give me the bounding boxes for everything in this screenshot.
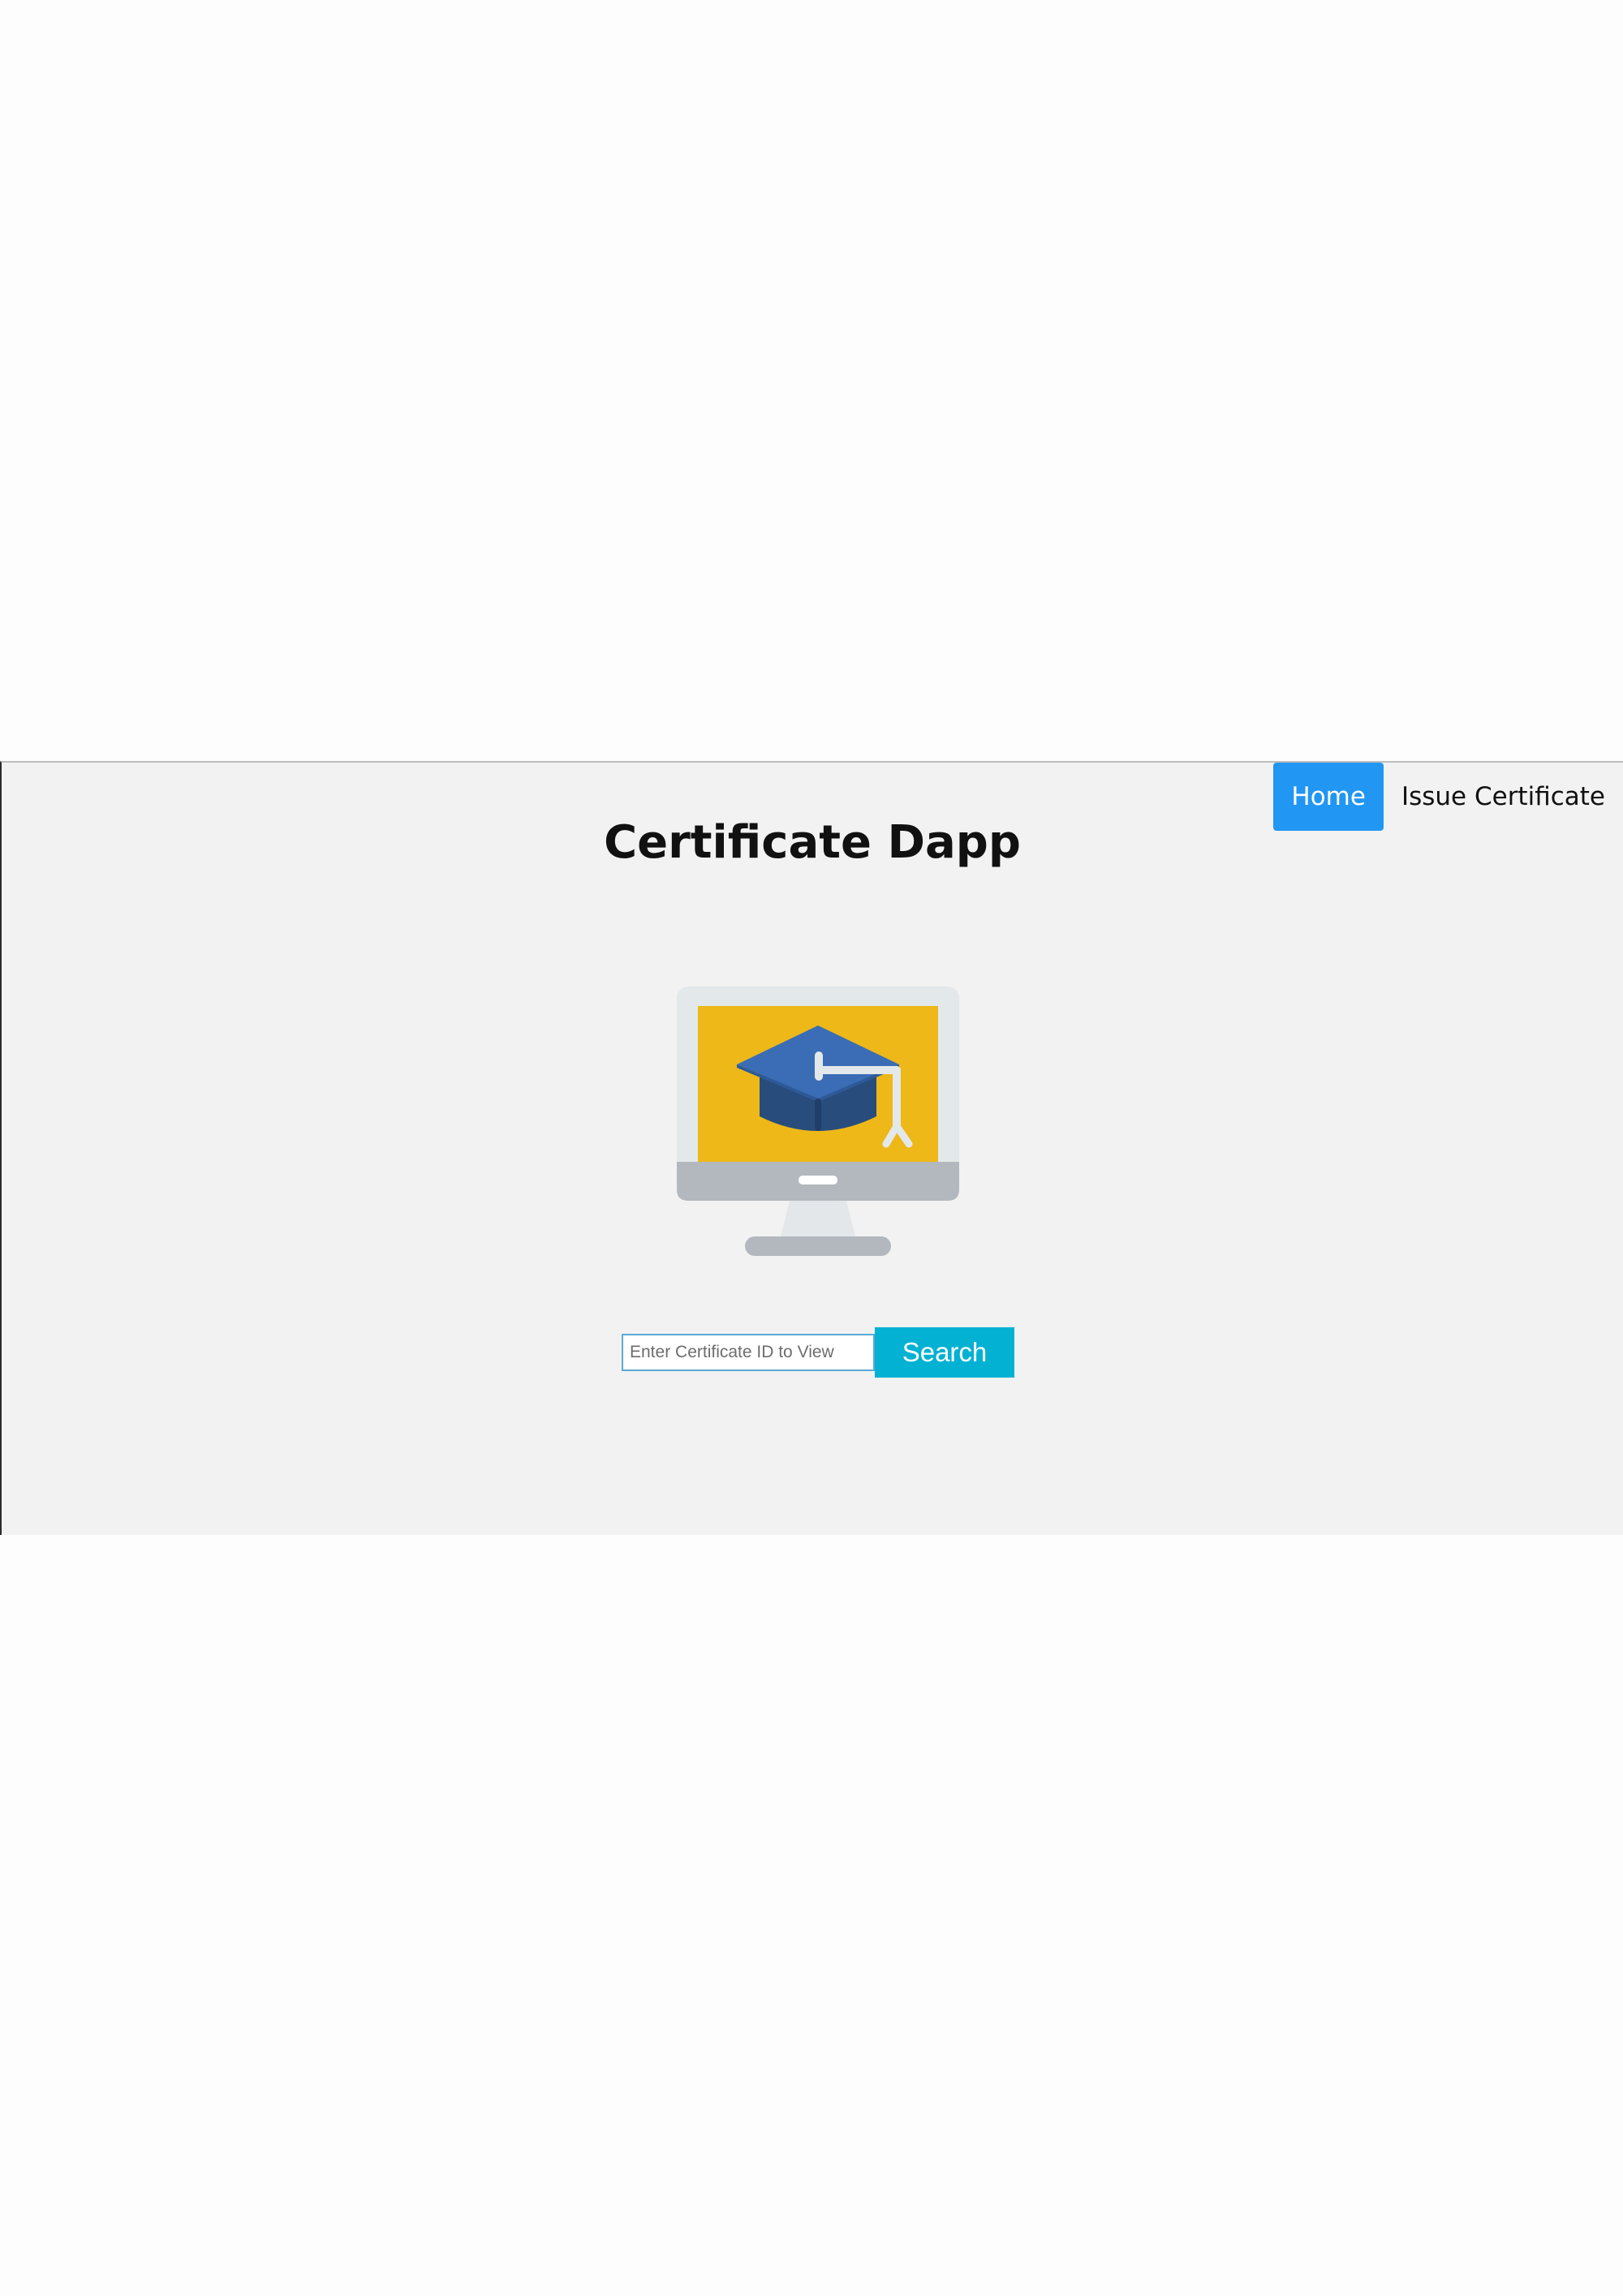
search-form: Search (622, 1327, 1014, 1378)
app-window: Home Issue Certificate Certificate Dapp (0, 761, 1623, 1535)
certificate-id-input[interactable] (622, 1334, 875, 1371)
search-button[interactable]: Search (875, 1327, 1014, 1378)
page-title: Certificate Dapp (604, 816, 1021, 869)
graduation-cap-monitor-icon (677, 987, 959, 1259)
